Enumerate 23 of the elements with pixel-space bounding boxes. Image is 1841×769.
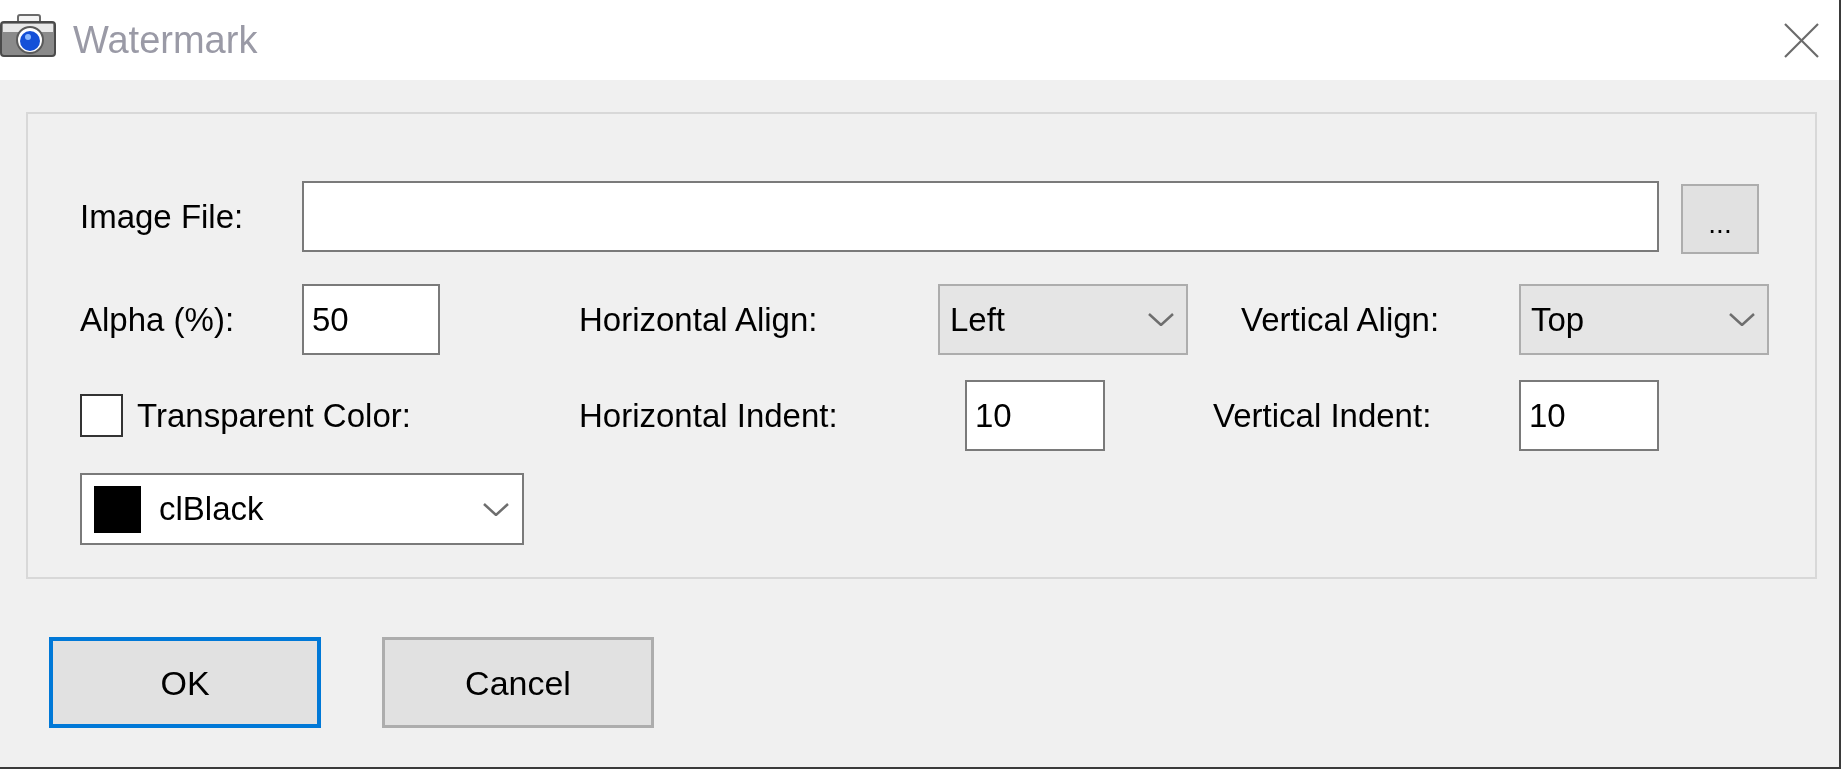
window-title: Watermark [73, 21, 258, 59]
dialog-button[interactable]: OK [49, 637, 321, 728]
horizontal-align-select[interactable]: Left [938, 284, 1188, 355]
vertical-align-select[interactable]: Top [1519, 284, 1769, 355]
horizontal-indent-input[interactable]: 10 [965, 380, 1105, 451]
alpha-input[interactable]: 50 [302, 284, 440, 355]
color-select[interactable]: clBlack [80, 473, 524, 545]
browse-button[interactable]: ... [1681, 184, 1759, 254]
transparent-color-label: Transparent Color: [137, 399, 411, 432]
vertical-indent-label: Vertical Indent: [1213, 399, 1432, 432]
close-icon[interactable] [1784, 22, 1819, 58]
chevron-down-icon [483, 502, 509, 516]
vertical-align-label: Vertical Align: [1241, 303, 1440, 336]
dialog-button[interactable]: Cancel [382, 637, 654, 728]
chevron-down-icon [1148, 313, 1174, 326]
horizontal-align-label: Horizontal Align: [579, 303, 818, 336]
chevron-down-icon [1729, 313, 1755, 326]
checkbox[interactable] [80, 394, 123, 437]
image-file-label: Image File: [80, 200, 244, 233]
horizontal-indent-label: Horizontal Indent: [579, 399, 838, 432]
image-file-input[interactable] [302, 181, 1659, 252]
vertical-indent-input[interactable]: 10 [1519, 380, 1659, 451]
alpha-label: Alpha (%): [80, 303, 235, 336]
